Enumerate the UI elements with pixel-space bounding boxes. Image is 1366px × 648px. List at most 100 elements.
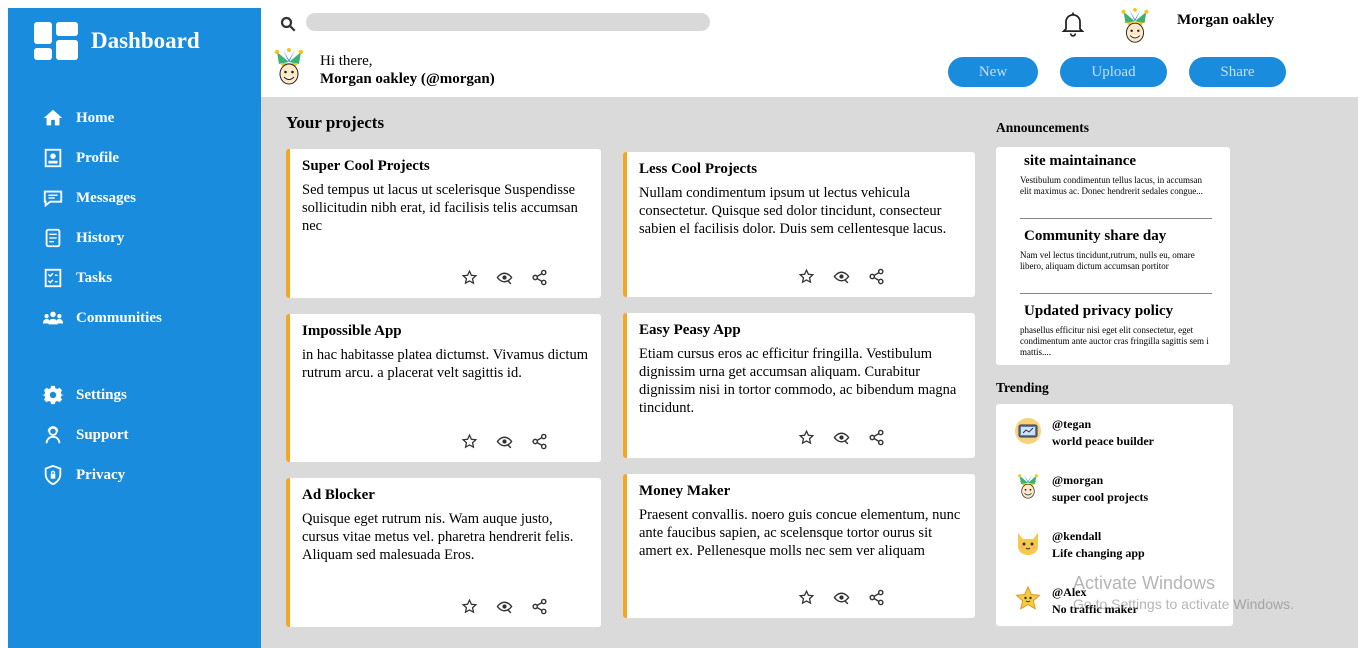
announcement-item[interactable]: Updated privacy policy phasellus efficit… [1020,303,1212,358]
new-button[interactable]: New [948,57,1038,87]
star-avatar-icon [1015,585,1041,610]
jester-avatar-icon[interactable] [1115,8,1155,46]
project-title: Money Maker [639,483,731,499]
sidebar-item-label: Privacy [76,466,126,483]
sidebar-item-label: Profile [76,149,120,166]
project-title: Super Cool Projects [302,158,430,174]
sidebar-item-history[interactable]: History [42,218,252,258]
card-actions [461,269,548,286]
cat-avatar-icon [1018,533,1038,555]
sidebar-item-profile[interactable]: Profile [42,138,252,178]
announcement-text: phasellus efficitur nisi eget elit conse… [1020,325,1209,357]
main-content: Your projects Super Cool Projects Sed te… [261,97,1358,648]
announcement-text: Nam vel lectus tincidunt,rutrum, nulls e… [1020,250,1195,271]
announcement-title: Community share day [1024,228,1167,244]
trending-item[interactable]: @kendall Life changing app [1014,529,1145,561]
divider [1020,218,1212,219]
star-icon[interactable] [798,589,815,606]
share-button[interactable]: Share [1189,57,1286,87]
share-icon[interactable] [531,269,548,286]
trending-item[interactable]: @tegan world peace builder [1014,417,1154,449]
sidebar-item-tasks[interactable]: Tasks [42,258,252,298]
project-card[interactable]: Impossible App in hac habitasse platea d… [286,314,601,462]
trending-desc: world peace builder [1052,434,1154,448]
sidebar-item-messages[interactable]: Messages [42,178,252,218]
project-card[interactable]: Easy Peasy App Etiam cursus eros ac effi… [623,313,975,458]
project-card[interactable]: Less Cool Projects Nullam condimentum ip… [623,152,975,297]
sidebar-item-label: Support [76,426,129,443]
brand[interactable]: Dashboard [34,22,200,62]
project-title: Less Cool Projects [639,161,758,177]
share-icon[interactable] [868,589,885,606]
announcement-item[interactable]: Community share day Nam vel lectus tinci… [1020,228,1212,272]
project-title: Impossible App [302,323,402,339]
project-card[interactable]: Super Cool Projects Sed tempus ut lacus … [286,149,601,298]
greeting: Hi there, [320,53,373,69]
share-icon[interactable] [868,429,885,446]
trending-desc: Life changing app [1052,546,1145,560]
project-description: Praesent convallis. noero guis concue el… [639,507,961,559]
share-icon[interactable] [531,598,548,615]
sidebar-item-home[interactable]: Home [42,98,252,138]
sidebar-item-communities[interactable]: Communities [42,298,252,338]
star-icon[interactable] [798,268,815,285]
dashboard-logo-icon [34,22,80,62]
share-icon[interactable] [531,433,548,450]
sidebar-item-label: Home [76,109,115,126]
trending-item[interactable]: @morgan super cool projects [1014,473,1148,505]
view-icon[interactable] [496,269,513,286]
project-card[interactable]: Ad Blocker Quisque eget rutrum nis. Wam … [286,478,601,627]
project-description: Quisque eget rutrum nis. Wam auque justo… [302,511,574,563]
view-icon[interactable] [496,598,513,615]
sidebar-item-settings[interactable]: Settings [42,375,252,415]
card-actions [798,268,885,285]
sidebar: Dashboard Home Profile Messages History … [8,8,261,648]
view-icon[interactable] [833,268,850,285]
header-username[interactable]: Morgan oakley [1177,12,1274,29]
share-icon[interactable] [868,268,885,285]
trending-handle: @tegan [1052,417,1092,431]
card-actions [461,598,548,615]
main-nav: Home Profile Messages History Tasks Comm… [42,98,252,338]
upload-button[interactable]: Upload [1060,57,1167,87]
sidebar-item-label: Settings [76,386,127,403]
sidebar-item-support[interactable]: Support [42,415,252,455]
history-icon [45,228,61,248]
greeting-name: Morgan oakley (@morgan) [320,71,495,87]
announcement-title: Updated privacy policy [1024,303,1174,319]
brand-title: Dashboard [91,28,200,53]
divider [1020,293,1212,294]
announcement-text: Vestibulum condimentun tellus lacus, in … [1020,175,1203,196]
star-icon[interactable] [461,598,478,615]
sidebar-item-label: Messages [76,189,136,206]
star-icon[interactable] [798,429,815,446]
view-icon[interactable] [833,589,850,606]
announcement-item[interactable]: site maintainance Vestibulum condimentun… [1020,153,1212,197]
star-icon[interactable] [461,269,478,286]
star-icon[interactable] [461,433,478,450]
project-card[interactable]: Money Maker Praesent convallis. noero gu… [623,474,975,618]
project-title: Easy Peasy App [639,322,741,338]
support-icon [45,426,61,444]
trending-item[interactable]: @Alex No traffic maker [1014,585,1138,617]
search-input[interactable] [306,13,710,31]
trending-handle: @Alex [1052,585,1087,599]
top-bar: Morgan oakley Hi there, Morgan oakley (@… [261,8,1358,97]
trending-desc: No traffic maker [1052,602,1138,616]
view-icon[interactable] [833,429,850,446]
bell-icon[interactable] [1059,9,1087,37]
trending-title: Trending [996,380,1049,395]
trending-handle: @morgan [1052,473,1104,487]
jester-avatar-icon [274,48,304,85]
view-icon[interactable] [496,433,513,450]
jester-avatar-icon [1018,474,1038,499]
messages-icon [43,190,63,208]
tasks-icon [44,268,62,288]
project-title: Ad Blocker [302,487,375,503]
project-description: Sed tempus ut lacus ut scelerisque Suspe… [302,182,578,234]
search-icon[interactable] [279,15,297,33]
sidebar-item-privacy[interactable]: Privacy [42,455,252,495]
sidebar-item-label: Tasks [76,269,113,286]
projects-title: Your projects [286,113,385,132]
sidebar-item-label: History [76,229,125,246]
